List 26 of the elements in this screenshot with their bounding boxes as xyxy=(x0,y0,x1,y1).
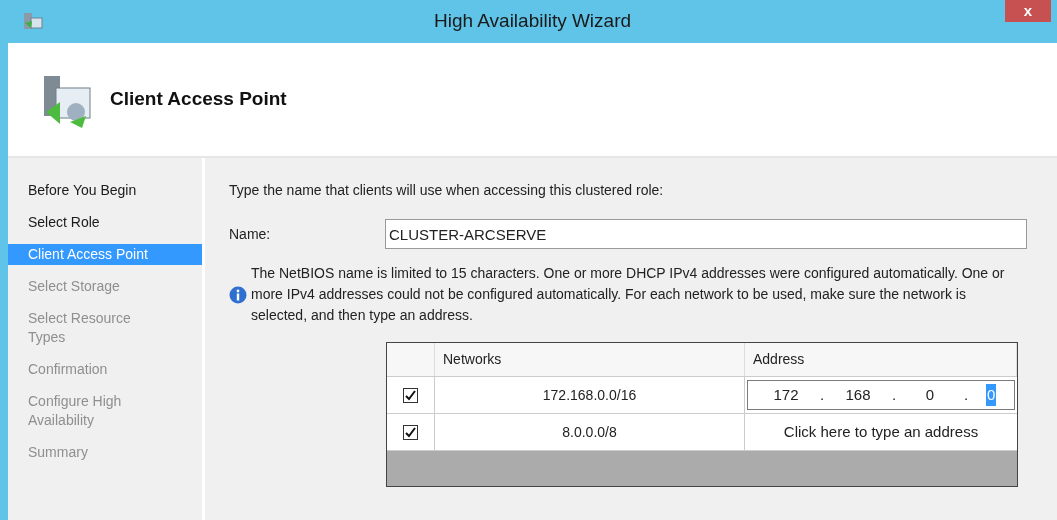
network-cell: 172.168.0.0/16 xyxy=(435,377,745,413)
address-prompt[interactable]: Click here to type an address xyxy=(745,420,1017,444)
octet-separator: . xyxy=(818,384,826,405)
window-title: High Availability Wizard xyxy=(433,9,632,34)
checkbox[interactable] xyxy=(403,387,418,403)
wizard-step[interactable]: Client Access Point xyxy=(8,244,202,265)
ip-address-field[interactable]: 172 . 168 . 0 . 0 xyxy=(747,380,1015,410)
checkbox[interactable] xyxy=(403,424,418,440)
column-header: Networks xyxy=(435,343,745,376)
info-icon xyxy=(229,285,247,304)
octet-value: 0 xyxy=(924,384,936,405)
octet-value: 0 xyxy=(986,383,997,407)
name-label: Name: xyxy=(229,224,272,244)
octet-separator: . xyxy=(962,384,970,405)
network-cell: 8.0.0.0/8 xyxy=(435,414,745,450)
octet-value: 172 xyxy=(772,384,800,405)
close-button[interactable]: x xyxy=(1005,0,1051,22)
octet-value: 168 xyxy=(844,384,872,405)
wizard-step[interactable]: Before You Begin xyxy=(8,180,202,201)
page-heading: Client Access Point xyxy=(110,87,287,112)
info-text: The NetBIOS name is limited to 15 characters. One or more DHCP IPv4 addresses were configured automatically. One or more IPv4 addresses could not be configured automatically. For each network to be used, make sure the network is selected, and then type an address. xyxy=(251,264,1006,325)
name-field[interactable]: CLUSTER-ARCSERVE xyxy=(385,219,1027,249)
column-header: Address xyxy=(745,343,1017,376)
intro-text: Type the name that clients will use when accessing this clustered role: xyxy=(229,181,665,200)
octet-separator: . xyxy=(890,384,898,405)
wizard-step[interactable]: Select Role xyxy=(8,212,202,233)
